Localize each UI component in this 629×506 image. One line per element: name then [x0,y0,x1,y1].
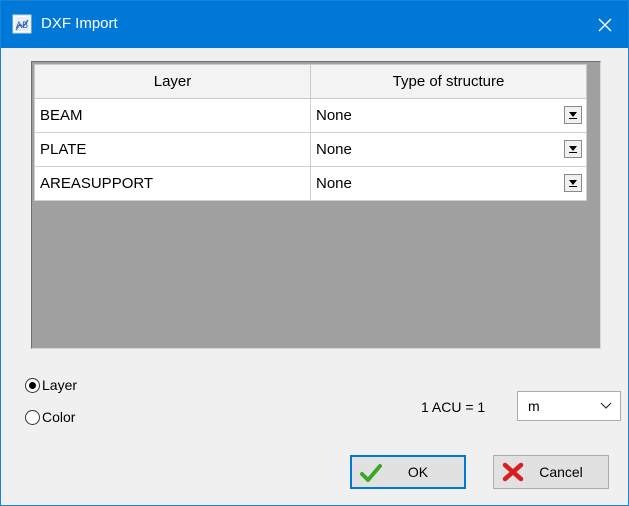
layer-cell[interactable]: PLATE [34,132,311,167]
type-dropdown-button[interactable] [564,140,582,158]
acu-label: 1 ACU = 1 [421,399,486,415]
unit-value: m [528,398,540,414]
close-icon [598,18,612,31]
cancel-button[interactable]: Cancel [493,455,609,489]
radio-color-label: Color [42,409,76,425]
radio-layer-indicator[interactable] [25,377,40,393]
ok-button[interactable]: OK [350,455,466,489]
layer-mapping-grid: Layer Type of structure BEAM None PLATE … [31,61,601,349]
type-cell[interactable]: None [310,98,587,133]
dxf-import-dialog: AB DXF Import Layer Type of structure BE… [0,0,629,506]
ok-label: OK [407,464,429,480]
title-bar: AB DXF Import [1,1,628,48]
chevron-down-icon [600,402,612,409]
unit-select[interactable]: m [517,391,621,421]
type-value: None [316,141,352,158]
cancel-label: Cancel [539,464,583,480]
triangle-down-icon [569,180,577,187]
layer-cell[interactable]: BEAM [34,98,311,133]
layer-cell[interactable]: AREASUPPORT [34,166,311,201]
type-dropdown-button[interactable] [564,106,582,124]
radio-color[interactable]: Color [25,409,75,425]
dxf-import-icon: AB [12,14,32,34]
table-row: AREASUPPORT None [34,166,587,201]
type-cell[interactable]: None [310,166,587,201]
radio-color-indicator[interactable] [25,409,40,425]
table-row: BEAM None [34,98,587,133]
table-header-row: Layer Type of structure [34,64,587,99]
type-value: None [316,175,352,192]
triangle-down-icon [569,146,577,153]
type-dropdown-button[interactable] [564,174,582,192]
radio-layer-label: Layer [42,377,78,393]
radio-layer[interactable]: Layer [25,377,77,393]
layer-table: Layer Type of structure BEAM None PLATE … [34,64,587,201]
table-row: PLATE None [34,132,587,167]
triangle-down-icon [569,112,577,119]
column-header-layer[interactable]: Layer [34,64,311,99]
type-value: None [316,107,352,124]
close-button[interactable] [582,1,628,48]
window-title: DXF Import [41,15,118,32]
type-cell[interactable]: None [310,132,587,167]
column-header-type[interactable]: Type of structure [310,64,587,99]
